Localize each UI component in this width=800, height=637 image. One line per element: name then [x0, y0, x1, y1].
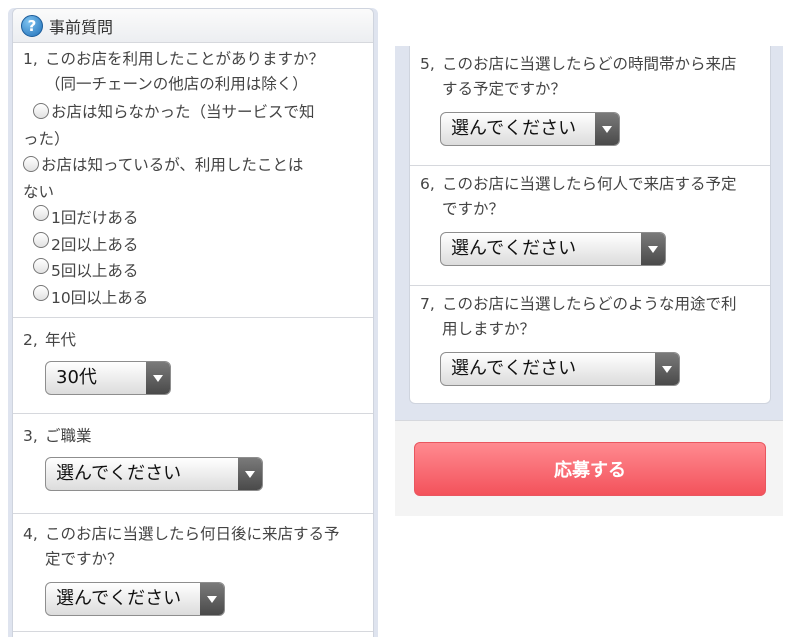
question-1: 1, このお店を利用したことがありますか？ （同一チェーンの他店の利用は除く） お… — [13, 43, 373, 318]
question-2: 2, 年代 30代 — [13, 318, 373, 414]
question-2-text: 2, 年代 — [23, 331, 77, 349]
chevron-down-icon — [200, 583, 224, 615]
question-3: 3, ご職業 選んでください — [13, 414, 373, 514]
chevron-down-icon — [655, 353, 679, 385]
age-select[interactable]: 30代 — [45, 361, 171, 395]
chevron-down-icon — [595, 113, 619, 145]
question-1-options: お店は知らなかった（当サービスで知 った） お店は知っているが、利用したことは … — [23, 99, 363, 311]
purpose-select[interactable]: 選んでください — [440, 352, 680, 386]
radio-button[interactable] — [23, 156, 39, 172]
occupation-select[interactable]: 選んでください — [45, 457, 263, 491]
question-card: ? 事前質問 1, このお店を利用したことがありますか？ （同一チェーンの他店の利… — [12, 8, 374, 637]
apply-button[interactable]: 応募する — [414, 442, 766, 496]
radio-option-once[interactable]: 1回だけある — [23, 205, 363, 232]
submit-area: 応募する — [395, 420, 783, 516]
radio-button[interactable] — [33, 103, 49, 119]
chevron-down-icon — [238, 458, 262, 490]
question-7-text: 7, このお店に当選したらどのような用途で利 — [420, 295, 737, 313]
radio-option-5plus[interactable]: 5回以上ある — [23, 258, 363, 285]
question-3-text: 3, ご職業 — [23, 427, 92, 445]
visit-time-select[interactable]: 選んでください — [440, 112, 620, 146]
header-title: 事前質問 — [49, 17, 114, 37]
question-1-subtext: （同一チェーンの他店の利用は除く） — [45, 75, 308, 93]
question-1-text: 1, このお店を利用したことがありますか？ — [23, 50, 325, 68]
question-5-text: 5, このお店に当選したらどの時間帯から来店 — [420, 55, 737, 73]
card-header: ? 事前質問 — [13, 9, 373, 43]
chevron-down-icon — [641, 233, 665, 265]
right-panel: 5, このお店に当選したらどの時間帯から来店 する予定ですか？ 選んでください 6… — [395, 46, 783, 516]
radio-option-10plus[interactable]: 10回以上ある — [23, 284, 363, 312]
help-icon: ? — [21, 14, 43, 37]
radio-option-known-not-used[interactable]: お店は知っているが、利用したことは ない — [23, 152, 363, 205]
visit-days-select[interactable]: 選んでください — [45, 582, 225, 616]
question-5: 5, このお店に当選したらどの時間帯から来店 する予定ですか？ 選んでください — [410, 46, 770, 166]
question-6-text: 6, このお店に当選したら何人で来店する予定 — [420, 175, 737, 193]
radio-option-2plus[interactable]: 2回以上ある — [23, 231, 363, 259]
question-6: 6, このお店に当選したら何人で来店する予定 ですか？ 選んでください — [410, 166, 770, 286]
question-4-text: 4, このお店に当選したら何日後に来店する予 — [23, 525, 340, 543]
question-7: 7, このお店に当選したらどのような用途で利 用しますか？ 選んでください — [410, 286, 770, 402]
question-4: 4, このお店に当選したら何日後に来店する予 定ですか？ 選んでください — [13, 514, 373, 632]
radio-button[interactable] — [33, 258, 49, 274]
radio-button[interactable] — [33, 205, 49, 221]
party-size-select[interactable]: 選んでください — [440, 232, 666, 266]
radio-button[interactable] — [33, 231, 49, 248]
question-card-continued: 5, このお店に当選したらどの時間帯から来店 する予定ですか？ 選んでください 6… — [409, 46, 771, 404]
left-panel: ? 事前質問 1, このお店を利用したことがありますか？ （同一チェーンの他店の利… — [8, 8, 378, 637]
radio-button[interactable] — [33, 284, 49, 301]
chevron-down-icon — [146, 362, 170, 394]
radio-option-not-known[interactable]: お店は知らなかった（当サービスで知 った） — [23, 99, 363, 152]
